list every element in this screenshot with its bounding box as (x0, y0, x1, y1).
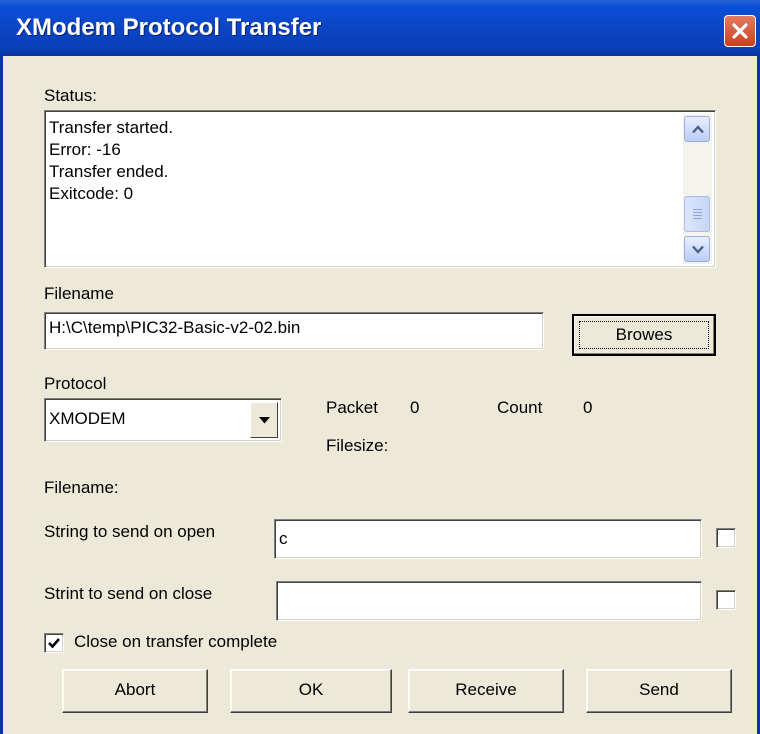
check-icon (48, 638, 60, 649)
ok-button-label: OK (298, 680, 324, 699)
triangle-down-icon (259, 417, 270, 424)
packet-value: 0 (410, 398, 420, 417)
window-frame-left (0, 56, 3, 734)
protocol-select[interactable]: XMODEM (44, 398, 282, 442)
protocol-label: Protocol (44, 374, 107, 393)
receive-button-label: Receive (455, 680, 517, 699)
filename-input[interactable]: H:\C\temp\PIC32-Basic-v2-02.bin (44, 312, 544, 350)
open-string-input[interactable]: c (274, 519, 702, 559)
close-string-input[interactable] (276, 581, 702, 621)
protocol-dropdown-button[interactable] (250, 402, 278, 438)
status-line: Exitcode: 0 (49, 184, 134, 203)
send-button-label: Send (639, 680, 679, 699)
chevron-up-icon (692, 125, 704, 134)
filename-status-label: Filename: (44, 478, 119, 497)
scroll-up-button[interactable] (684, 116, 710, 142)
browse-button-label: Browes (615, 325, 673, 344)
status-line: Error: -16 (49, 140, 121, 159)
status-lines: Transfer started. Error: -16 Transfer en… (49, 117, 173, 205)
count-label: Count (497, 398, 543, 417)
browse-button[interactable]: Browes (572, 314, 716, 356)
scroll-thumb[interactable] (684, 196, 710, 232)
window-title: XModem Protocol Transfer (16, 14, 322, 41)
close-string-label: Strint to send on close (44, 584, 213, 603)
filename-value: H:\C\temp\PIC32-Basic-v2-02.bin (49, 318, 301, 337)
status-line: Transfer started. (49, 118, 174, 137)
filesize-label: Filesize: (326, 436, 389, 455)
open-string-value: c (279, 529, 288, 548)
status-line: Transfer ended. (49, 162, 169, 181)
protocol-selected: XMODEM (49, 409, 126, 428)
open-string-label: String to send on open (44, 522, 216, 541)
open-string-checkbox[interactable] (716, 528, 736, 548)
close-button[interactable] (724, 15, 756, 47)
close-string-checkbox[interactable] (716, 590, 736, 610)
receive-button[interactable]: Receive (408, 669, 564, 713)
scroll-down-button[interactable] (684, 236, 710, 262)
abort-button[interactable]: Abort (62, 669, 208, 713)
status-textarea[interactable]: Transfer started. Error: -16 Transfer en… (44, 110, 716, 268)
close-on-complete-checkbox[interactable] (44, 633, 64, 653)
close-on-complete-label: Close on transfer complete (74, 632, 278, 651)
filename-label: Filename (44, 284, 114, 303)
close-icon (732, 23, 748, 39)
status-label: Status: (44, 86, 97, 105)
send-button[interactable]: Send (586, 669, 732, 713)
title-bar[interactable]: XModem Protocol Transfer (0, 0, 760, 56)
abort-button-label: Abort (114, 680, 156, 699)
status-scrollbar[interactable] (683, 114, 712, 264)
ok-button[interactable]: OK (230, 669, 392, 713)
count-value: 0 (583, 398, 593, 417)
chevron-down-icon (692, 245, 704, 254)
packet-label: Packet (326, 398, 378, 417)
